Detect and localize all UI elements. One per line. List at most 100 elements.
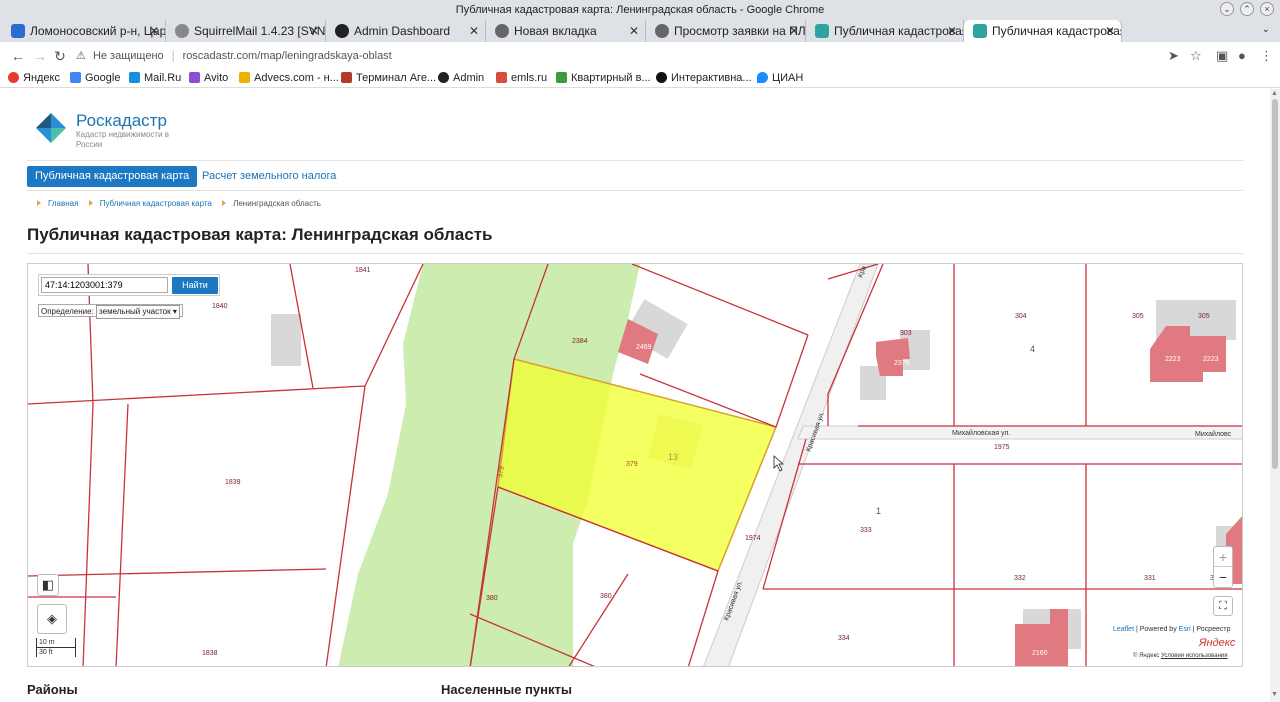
close-tab-icon[interactable]: ✕ [469,20,479,42]
label-380b: 380 [600,593,612,600]
bookmark-mailru[interactable]: Mail.Ru [129,70,181,88]
leaflet-link[interactable]: Leaflet [1113,626,1134,633]
scroll-thumb[interactable] [1272,99,1278,469]
back-icon[interactable]: ← [8,46,28,66]
bookmark-yandex[interactable]: Яндекс [8,70,60,88]
bookmarks-bar: Яндекс Google Mail.Ru Avito Advecs.com -… [0,70,1280,88]
breadcrumb-home[interactable]: Главная [48,199,78,208]
definition-select[interactable]: земельный участок ▾ [96,305,180,319]
insecure-warning-icon[interactable]: ⚠ [76,50,86,62]
cadastral-search-box: Найти [38,274,220,296]
definition-selector: Определение: земельный участок ▾ [38,304,183,319]
label-mikhailovskaya: Михайловская ул. [952,429,1010,437]
minimize-icon[interactable]: ⌄ [1220,2,1234,16]
cian-pin-icon [757,72,768,83]
sidebar-toggle-icon[interactable]: ◧ [37,574,59,596]
cadastral-number-input[interactable] [41,277,168,293]
scale-meters: 10 m [36,638,76,648]
bookmark-admin[interactable]: Admin [438,70,484,88]
squirrel-icon [175,24,189,38]
layers-icon[interactable]: ◈ [37,604,67,634]
nav-public-map[interactable]: Публичная кадастровая карта [27,166,198,187]
scroll-up-icon[interactable]: ▲ [1271,90,1278,97]
label-304: 304 [1015,313,1027,320]
label-334: 334 [838,635,850,642]
bookmark-kvartirny[interactable]: Квартирный в... [556,70,651,88]
github-icon [335,24,349,38]
yandex-icon [8,72,19,83]
tab-cadastral-map-active[interactable]: Публичная кадастровая к ✕ [964,20,1122,42]
insecure-label: Не защищено [92,50,164,62]
window-title: Публичная кадастровая карта: Ленинградск… [455,4,825,16]
label-380a: 380 [486,595,498,602]
scale-bar: 10 m 30 ft [36,638,76,657]
tab-request-view[interactable]: Просмотр заявки на ПЛА ✕ [646,20,806,42]
send-icon[interactable]: ➤ [1168,46,1179,66]
label-1841: 1841 [355,267,371,274]
tab-squirrelmail[interactable]: SquirrelMail 1.4.23 [SVN] ✕ [166,20,326,42]
profile-icon[interactable]: ● [1238,46,1246,66]
globe-icon [495,24,509,38]
scroll-down-icon[interactable]: ▼ [1271,691,1278,698]
bookmark-terminal[interactable]: Терминал Аге... [341,70,436,88]
zoom-in-button[interactable]: + [1214,547,1232,567]
breadcrumb-public-map[interactable]: Публичная кадастровая карта [100,199,212,208]
close-window-icon[interactable]: × [1260,2,1274,16]
tab-admin-dashboard[interactable]: Admin Dashboard ✕ [326,20,486,42]
tab-strip: Ломоносовский р-н, Цар ✕ SquirrelMail 1.… [0,20,1280,59]
label-331: 331 [1144,575,1156,582]
close-tab-icon[interactable]: ✕ [1105,20,1115,42]
page-scrollbar[interactable]: ▲ ▼ [1270,89,1280,702]
close-tab-icon[interactable]: ✕ [309,20,319,42]
maximize-icon[interactable]: ⌃ [1240,2,1254,16]
close-tab-icon[interactable]: ✕ [629,20,639,42]
breadcrumb-arrow-icon [37,200,41,206]
tab-search-icon[interactable]: ⌄ [1262,24,1270,35]
tab-cadastral-map-1[interactable]: Публичная кадастровая к ✕ [806,20,964,42]
close-tab-icon[interactable]: ✕ [789,20,799,42]
url-text[interactable]: roscadastr.com/map/leningradskaya-oblast [183,50,392,62]
roscadastr-logo-icon[interactable] [36,113,66,143]
label-379: 379 [626,461,638,468]
bookmark-avito[interactable]: Avito [189,70,228,88]
map-canvas[interactable]: 1841 1840 2384 2469 303 2375 304 4 305 3… [28,264,1243,667]
zoom-control: + − [1213,546,1233,588]
bookmark-advecs[interactable]: Advecs.com - н... [239,70,339,88]
breadcrumb-current: Ленинградская область [233,199,321,208]
nav-land-tax[interactable]: Расчет земельного налога [194,166,344,187]
terms-link[interactable]: Условия использования [1161,653,1228,659]
label-2223a: 2223 [1165,356,1181,363]
bookmark-cian[interactable]: ЦИАН [757,70,803,88]
label-2160: 2160 [1032,650,1048,657]
reload-icon[interactable]: ↻ [50,46,70,66]
road-mikhailovskaya [797,425,1242,440]
bookmark-emls[interactable]: emls.ru [496,70,547,88]
bookmark-interaktivna[interactable]: Интерактивна... [656,70,752,88]
yandex-logo[interactable]: Яндекс [1199,637,1235,649]
sidepanel-icon[interactable]: ▣ [1216,46,1228,66]
bookmark-google[interactable]: Google [70,70,120,88]
bookmark-star-icon[interactable]: ☆ [1190,46,1202,66]
esri-link[interactable]: Esri [1179,626,1191,633]
site-brand[interactable]: Роскадастр [76,111,167,131]
cadastral-map[interactable]: 1841 1840 2384 2469 303 2375 304 4 305 3… [27,263,1243,667]
globe-icon [655,24,669,38]
label-1838: 1838 [202,650,218,657]
menu-icon[interactable]: ⋮ [1260,46,1273,66]
close-tab-icon[interactable]: ✕ [947,20,957,42]
tab-new-tab[interactable]: Новая вкладка ✕ [486,20,646,42]
address-bar[interactable]: ⚠ Не защищено | roscadastr.com/map/lenin… [76,45,1156,67]
forward-icon[interactable]: → [30,46,50,66]
label-mikhailovskaya-edge: Михайловс [1195,430,1232,438]
label-2384: 2384 [572,338,588,345]
yandex-copyright: © Яндекс Условия использования [1133,653,1228,659]
building-gray [271,314,301,366]
fullscreen-icon[interactable]: ⛶ [1213,596,1233,616]
find-button[interactable]: Найти [172,277,218,294]
tab-lomonosovsky[interactable]: Ломоносовский р-н, Цар ✕ [2,20,166,42]
zoom-out-button[interactable]: − [1214,567,1232,587]
close-tab-icon[interactable]: ✕ [149,20,159,42]
label-2223b: 2223 [1203,356,1219,363]
rosreestr-icon [973,24,987,38]
site-brand-subtitle: Кадастр недвижимости в России [76,130,170,149]
